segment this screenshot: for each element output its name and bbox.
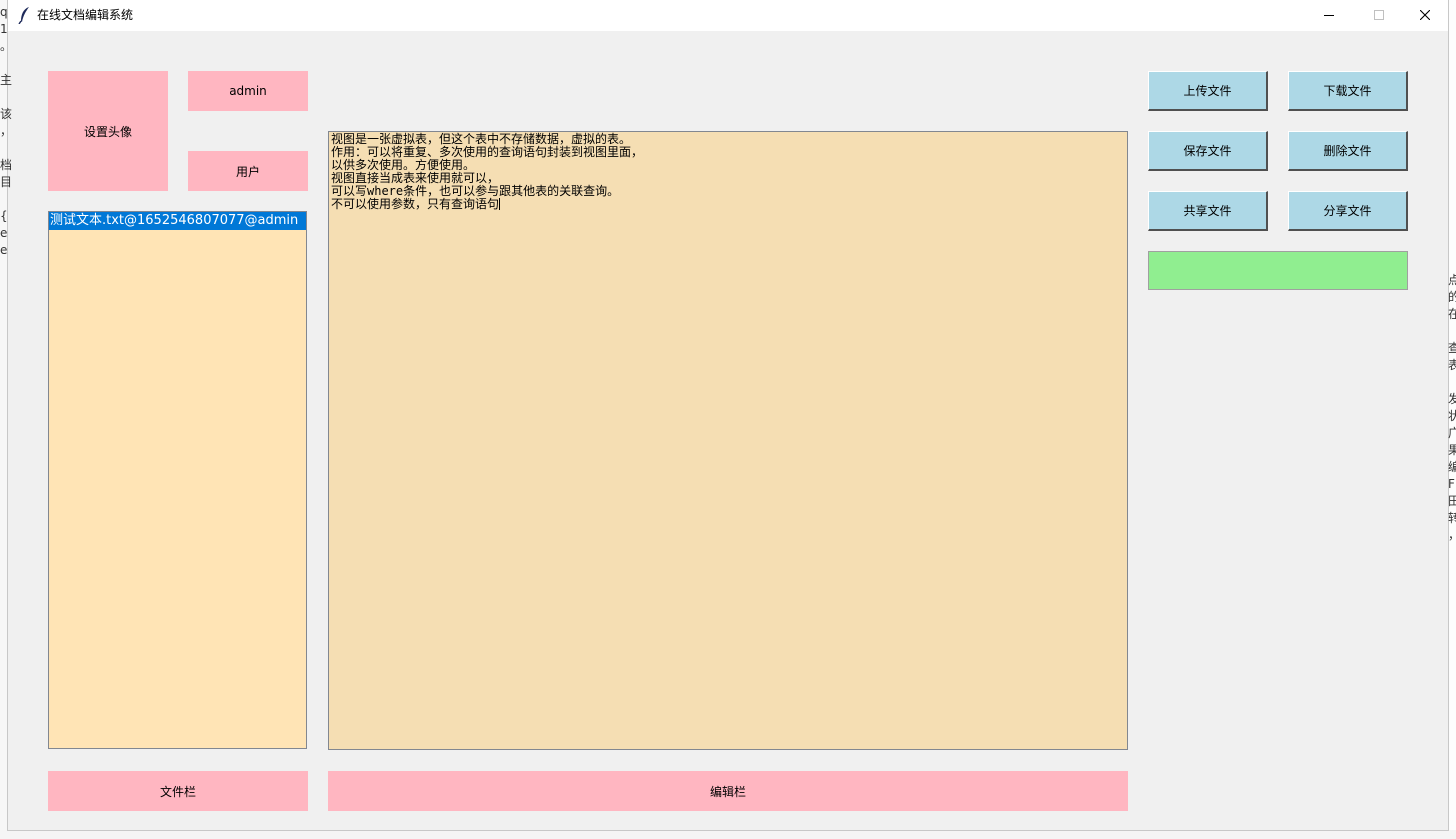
background-right-text: 点 的 在 查 表 发 状 广 果 编 F 田 转 ， (1448, 273, 1456, 542)
app-window: 在线文档编辑系统 设置头像 admin 用户 测试文本.txt@16525468… (8, 0, 1448, 830)
feather-icon (18, 6, 32, 25)
client-area: 设置头像 admin 用户 测试文本.txt@1652546807077@adm… (8, 31, 1448, 830)
share-file-button[interactable]: 分享文件 (1288, 191, 1408, 231)
save-file-button[interactable]: 保存文件 (1148, 131, 1268, 171)
background-bottom-strip (0, 830, 1456, 839)
set-avatar-button[interactable]: 设置头像 (48, 71, 168, 191)
editor-panel-button[interactable]: 编辑栏 (328, 771, 1128, 811)
file-list-item-selected[interactable]: 测试文本.txt@1652546807077@admin (49, 212, 306, 230)
maximize-button[interactable] (1356, 0, 1402, 31)
window-title: 在线文档编辑系统 (37, 8, 134, 22)
title-bar[interactable]: 在线文档编辑系统 (8, 0, 1448, 31)
upload-file-button[interactable]: 上传文件 (1148, 71, 1268, 111)
editor-textarea[interactable]: 视图是一张虚拟表，但这个表中不存储数据，虚拟的表。 作用：可以将重复、多次使用的… (328, 131, 1128, 750)
username-button[interactable]: admin (188, 71, 308, 111)
share-with-button[interactable]: 共享文件 (1148, 191, 1268, 231)
background-left-text: q 1 。 主 该 ， 档 目 { e e (0, 5, 13, 257)
editor-line: 不可以使用参数，只有查询语句 (331, 197, 500, 211)
delete-file-button[interactable]: 删除文件 (1288, 131, 1408, 171)
minimize-button[interactable] (1306, 0, 1352, 31)
close-button[interactable] (1402, 0, 1448, 31)
maximize-icon (1374, 10, 1384, 20)
file-list[interactable]: 测试文本.txt@1652546807077@admin (48, 211, 307, 749)
minimize-icon (1324, 15, 1334, 16)
user-role-button[interactable]: 用户 (188, 151, 308, 191)
file-panel-button[interactable]: 文件栏 (48, 771, 308, 811)
close-icon (1420, 10, 1430, 20)
status-indicator (1148, 251, 1408, 290)
download-file-button[interactable]: 下载文件 (1288, 71, 1408, 111)
text-caret (499, 198, 501, 210)
